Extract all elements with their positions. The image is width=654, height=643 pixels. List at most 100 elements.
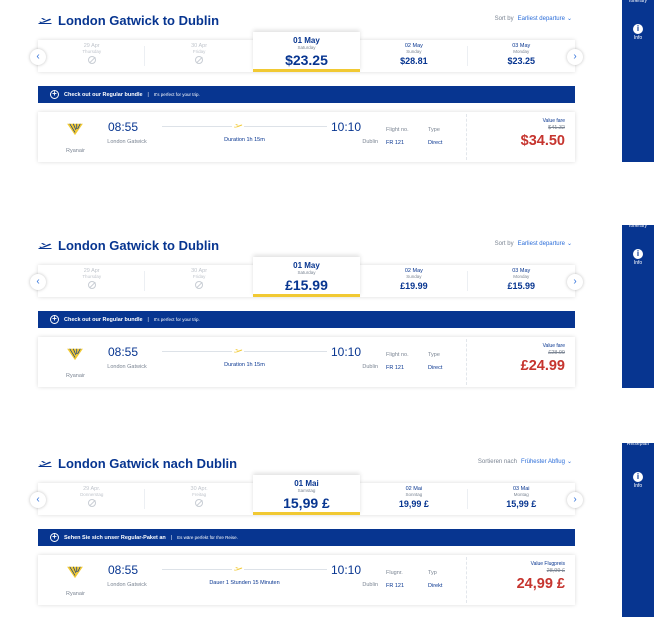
no-flights-icon [87,499,96,507]
route-title: London Gatwick nach Dublin [58,455,238,471]
date-weekday: Monday [513,49,530,54]
flight-type: Direkt [428,583,443,589]
info-icon[interactable]: i [633,472,643,482]
departure-airport: London Gatwick [107,139,147,145]
flight-type-label: Type [428,127,440,133]
bundle-banner[interactable]: + Check out our Regular bundle | It's perfe… [38,86,575,103]
ryanair-logo-icon [66,122,84,136]
date-option[interactable]: 02 Mai Sonntag 19,99 £ [360,483,468,515]
date-day: 29 Apr [83,43,100,49]
bundle-subtitle: It's perfect for your trip. [153,317,200,322]
flight-card[interactable]: Ryanair 08:55 London Gatwick Duration 1h 15… [38,337,575,387]
plus-circle-icon: + [50,90,59,99]
bundle-separator: | [147,91,149,98]
date-price: $23.25 [507,56,536,66]
prev-dates-arrow[interactable]: ‹ [30,492,46,508]
sidebar-itinerary-label[interactable]: Itinerary [622,0,654,4]
date-option[interactable]: 02 May Sunday £19.99 [360,265,468,297]
sort-value[interactable]: Earliest departure [518,16,565,22]
flight-duration: Duration 1h 15m [224,137,265,143]
next-dates-arrow[interactable]: › [567,49,583,65]
prev-dates-arrow[interactable]: ‹ [30,49,46,65]
sidebar-info-label[interactable]: Info [622,483,654,489]
no-flights-icon [195,281,204,289]
selected-indicator [252,294,361,297]
fare-type-label: Value fare [542,343,565,349]
itinerary-sidebar: Reiseplan i Info [622,441,654,617]
flight-card[interactable]: Ryanair 08:55 London Gatwick Duration 1h 15… [38,112,575,162]
chevron-down-icon: ⌄ [566,241,572,247]
bundle-separator: | [170,534,173,541]
sidebar-itinerary-label[interactable]: Itinerary [622,223,654,229]
chevron-down-icon: ⌄ [566,459,572,465]
departure-airport: London Gatwick [107,364,147,370]
sort-value[interactable]: Frühester Abflug [521,459,565,465]
airline-name: Ryanair [66,591,85,597]
sort-control[interactable]: Sortieren nach Frühester Abflug ⌄ [478,458,572,465]
next-dates-arrow[interactable]: › [567,274,583,290]
bundle-title: Check out our Regular bundle [64,316,143,323]
sort-value[interactable]: Earliest departure [518,241,565,247]
date-weekday: Saturday [297,270,316,275]
fare-price[interactable]: $34.50 [521,133,565,149]
original-price: $41.32 [548,125,565,131]
bundle-banner[interactable]: + Sehen Sie sich unser Regular-Paket an | E… [38,529,575,546]
date-option: 30 Apr. Freitag [145,483,252,515]
date-price: 15,99 £ [506,499,537,509]
date-price: 15,99 £ [283,495,330,511]
fare-type-label: Value Flugpreis [530,561,565,567]
date-option[interactable]: 03 Mai Montag 15,99 £ [468,483,575,515]
fare-price[interactable]: £24.99 [521,358,565,374]
sort-control[interactable]: Sort by Earliest departure ⌄ [495,15,572,22]
original-price: 28,99 £ [546,568,565,574]
info-icon[interactable]: i [633,249,643,259]
date-weekday: Samstag [297,488,316,493]
flight-results-panel: London Gatwick to Dublin Sort by Earliest … [0,0,622,200]
route-line [162,126,327,127]
flight-type-label: Typ [428,570,437,576]
flight-results-panel: London Gatwick nach Dublin Sortieren nach… [0,443,622,643]
plane-icon [232,346,244,355]
sort-control[interactable]: Sort by Earliest departure ⌄ [495,240,572,247]
date-option-selected[interactable]: 01 May Saturday £15.99 [252,257,361,297]
date-option[interactable]: 03 May Monday £15.99 [468,265,575,297]
next-dates-arrow[interactable]: › [567,492,583,508]
date-option: 30 Apr Friday [145,265,252,297]
plane-icon [38,15,52,25]
date-option: 29 Apr. Donnerstag [38,483,146,515]
route-line [162,569,327,570]
arrival-airport: Dublin [362,139,378,145]
flight-type-label: Type [428,352,440,358]
date-day: 03 May [512,43,531,49]
prev-dates-arrow[interactable]: ‹ [30,274,46,290]
date-weekday: Sonntag [405,492,423,497]
plane-icon [232,564,244,573]
chevron-down-icon: ⌄ [566,16,572,22]
date-option-selected[interactable]: 01 Mai Samstag 15,99 £ [252,475,361,515]
flight-card[interactable]: Ryanair 08:55 London Gatwick Dauer 1 Stunde… [38,555,575,605]
sidebar-info-label[interactable]: Info [622,35,654,41]
fare-price[interactable]: 24,99 £ [517,576,565,592]
date-day: 29 Apr [83,268,100,274]
plane-icon [38,240,52,250]
date-day: 29 Apr. [83,486,101,492]
date-option: 29 Apr Thursday [38,265,146,297]
bundle-title: Sehen Sie sich unser Regular-Paket an [64,534,166,541]
no-flights-icon [87,56,96,64]
info-icon[interactable]: i [633,24,643,34]
date-carousel: 29 Apr. Donnerstag 30 Apr. Freitag 01 Mai Sam… [38,475,575,515]
date-weekday: Montag [513,492,529,497]
plane-icon [232,121,244,130]
no-flights-icon [195,499,204,507]
date-day: 30 Apr [191,268,208,274]
sidebar-info-label[interactable]: Info [622,260,654,266]
date-option[interactable]: 02 May Sunday $28.81 [360,40,468,72]
departure-time: 08:55 [108,120,139,134]
date-option-selected[interactable]: 01 May Saturday $23.25 [252,32,361,72]
bundle-banner[interactable]: + Check out our Regular bundle | It's perfe… [38,311,575,328]
route-header: London Gatwick nach Dublin [38,455,237,471]
date-option[interactable]: 03 May Monday $23.25 [468,40,575,72]
card-divider [466,557,467,603]
sidebar-itinerary-label[interactable]: Reiseplan [622,441,654,447]
ryanair-logo-icon [66,565,84,579]
